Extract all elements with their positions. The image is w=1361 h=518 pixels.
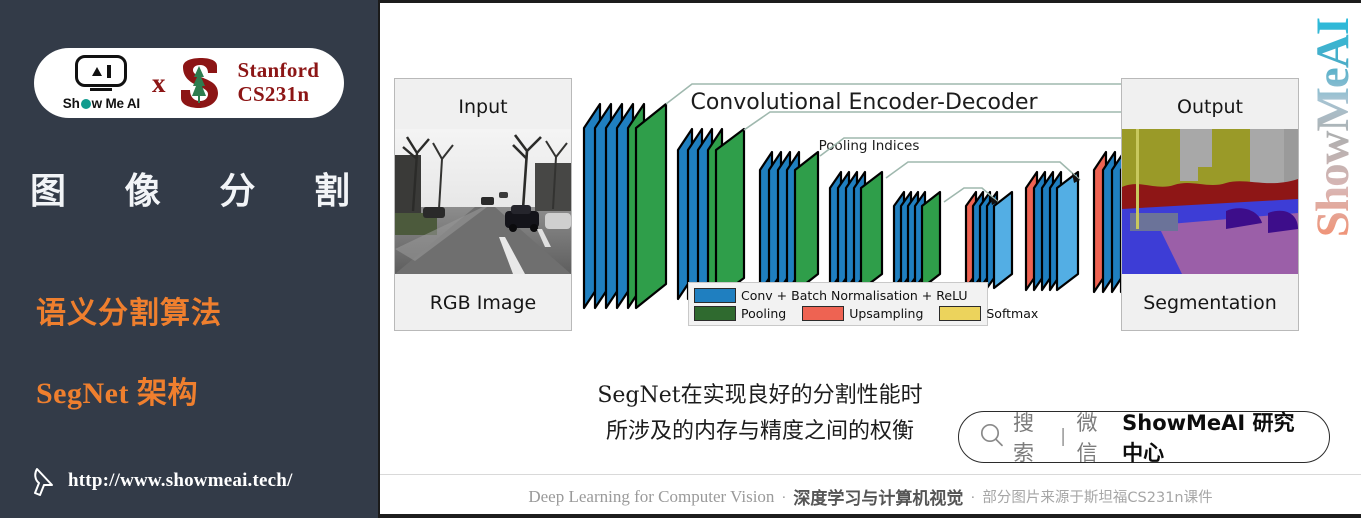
main-content: ShowMeAI Input RGB Image Convolutional E…	[378, 0, 1361, 518]
legend-swatch-upsampling	[802, 305, 845, 321]
sidebar: Sh w Me AI x Stanford CS231n 图 像 分 割 语义分割…	[0, 0, 378, 518]
legend-row-2: Pooling Upsampling Softmax	[694, 304, 1038, 322]
website-url-text: http://www.showmeai.tech/	[68, 470, 293, 491]
footer-chinese-title: 深度学习与计算机视觉	[793, 489, 964, 509]
input-panel-caption: RGB Image	[429, 292, 537, 314]
stanford-s-icon	[177, 57, 221, 109]
cross-label: x	[151, 67, 166, 98]
teal-dot-icon	[80, 98, 91, 109]
legend-swatch-softmax	[939, 305, 982, 321]
bar-icon	[106, 64, 111, 78]
title-char-1: 像	[124, 171, 161, 212]
footer-english-title: Deep Learning for Computer Vision	[528, 486, 775, 506]
title-char-2: 分	[219, 171, 256, 212]
search-icon[interactable]	[979, 422, 1004, 452]
search-divider: |	[1060, 426, 1066, 447]
footer-dot-2: ·	[970, 488, 976, 505]
stanford-line1: Stanford	[237, 58, 320, 83]
subtitle-secondary: SegNet 架构	[36, 368, 198, 412]
caption-line-1: SegNet在实现良好的分割性能时	[597, 383, 923, 408]
footer: Deep Learning for Computer Vision · 深度学习…	[380, 474, 1361, 518]
input-rgb-image	[395, 129, 571, 274]
subtitle-primary: 语义分割算法	[36, 296, 222, 331]
legend-swatch-conv	[694, 287, 736, 303]
footer-source-note: 部分图片来源于斯坦福CS231n课件	[982, 490, 1213, 506]
output-panel-title: Output	[1177, 96, 1243, 118]
page-title: 图 像 分 割	[30, 162, 350, 214]
title-char-0: 图	[30, 171, 67, 212]
segnet-figure: Input RGB Image Convolutional Encoder-De…	[394, 10, 1344, 340]
legend-label-pooling: Pooling	[741, 305, 787, 321]
stanford-line2: CS231n	[237, 82, 310, 106]
stanford-partner-text: Stanford CS231n	[237, 59, 319, 106]
legend-label-conv: Conv + Batch Normalisation + ReLU	[741, 287, 968, 303]
showmeai-wordmark: Sh w Me AI	[62, 96, 140, 111]
subtitle-secondary-cn: 架构	[136, 376, 198, 411]
showmeai-logo: Sh w Me AI	[63, 55, 140, 111]
output-segmentation-image	[1122, 129, 1298, 274]
legend: Conv + Batch Normalisation + ReLU Poolin…	[688, 282, 1038, 326]
robot-face-icon	[75, 55, 128, 87]
search-account-label: ShowMeAI 研究中心	[1122, 411, 1295, 465]
output-panel-caption: Segmentation	[1143, 292, 1277, 314]
caret-icon	[91, 66, 102, 76]
output-panel: Output Segmentation	[1121, 78, 1299, 331]
network-architecture-diagram	[582, 83, 1134, 310]
legend-row-1: Conv + Batch Normalisation + ReLU	[694, 286, 982, 304]
subtitle-secondary-en: SegNet	[36, 377, 129, 410]
legend-label-softmax: Softmax	[986, 305, 1039, 321]
search-placeholder-label: 搜索	[1013, 411, 1034, 465]
website-url-row[interactable]: http://www.showmeai.tech/	[32, 466, 293, 496]
legend-swatch-pooling	[694, 305, 736, 321]
logo-badge: Sh w Me AI x Stanford CS231n	[34, 48, 344, 118]
footer-dot-1: ·	[781, 488, 787, 505]
cursor-pointer-icon	[32, 466, 58, 496]
legend-label-upsampling: Upsampling	[849, 305, 924, 321]
search-channel-label: 微信	[1076, 411, 1098, 465]
title-char-3: 割	[313, 171, 350, 212]
input-panel: Input RGB Image	[394, 78, 572, 331]
input-panel-title: Input	[458, 96, 508, 118]
wechat-search-pill[interactable]: 搜索 | 微信 ShowMeAI 研究中心	[958, 411, 1330, 465]
